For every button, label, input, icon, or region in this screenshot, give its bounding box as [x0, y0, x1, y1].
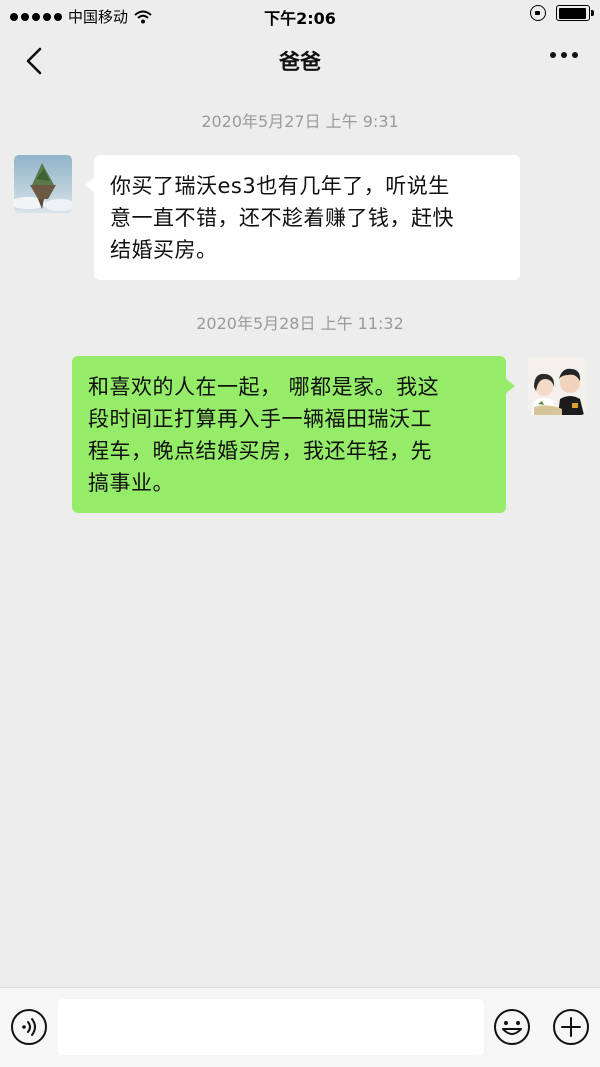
- more-dot-icon: [550, 52, 556, 58]
- more-options-button[interactable]: [550, 52, 578, 58]
- message-bubble-received[interactable]: 你买了瑞沃es3也有几年了，听说生 意一直不错，还不趁着赚了钱，赶快 结婚买房。: [85, 155, 520, 280]
- more-dot-icon: [572, 52, 578, 58]
- message-text-line: 搞事业。: [88, 471, 174, 495]
- message-timestamp: 2020年5月27日 上午 9:31: [201, 112, 399, 131]
- message-text-line: 程车，晚点结婚买房，我还年轻，先: [88, 439, 432, 463]
- more-dot-icon: [561, 52, 567, 58]
- message-timestamp: 2020年5月28日 上午 11:32: [196, 314, 404, 333]
- message-text-line: 结婚买房。: [110, 238, 218, 262]
- chat-title: 爸爸: [279, 50, 321, 74]
- message-text-line: 段时间正打算再入手一辆福田瑞沃工: [88, 407, 432, 431]
- battery-icon: [556, 5, 594, 21]
- emoji-icon[interactable]: [493, 1008, 531, 1046]
- status-time: 下午2:06: [264, 9, 336, 28]
- message-text-line: 和喜欢的人在一起， 哪都是家。我这: [88, 375, 440, 399]
- message-text-line: 意一直不错，还不趁着赚了钱，赶快: [110, 206, 454, 230]
- contact-avatar[interactable]: [14, 155, 72, 213]
- message-text-line: 你买了瑞沃es3也有几年了，听说生: [110, 174, 450, 198]
- my-avatar[interactable]: [528, 357, 586, 415]
- couple-cartoon-avatar-icon: [528, 357, 586, 415]
- voice-icon[interactable]: [10, 1008, 48, 1046]
- battery-level: [558, 7, 587, 19]
- plus-icon[interactable]: [552, 1008, 590, 1046]
- rotation-lock-icon: [530, 5, 546, 21]
- floating-island-avatar-icon: [14, 155, 72, 213]
- message-bubble-sent[interactable]: 和喜欢的人在一起， 哪都是家。我这 段时间正打算再入手一辆福田瑞沃工 程车，晚点…: [72, 356, 515, 513]
- input-bar: [0, 987, 600, 1067]
- message-input[interactable]: [58, 999, 484, 1055]
- nav-bar: 爸爸: [0, 30, 600, 94]
- status-bar: 中国移动 下午2:06: [0, 0, 600, 30]
